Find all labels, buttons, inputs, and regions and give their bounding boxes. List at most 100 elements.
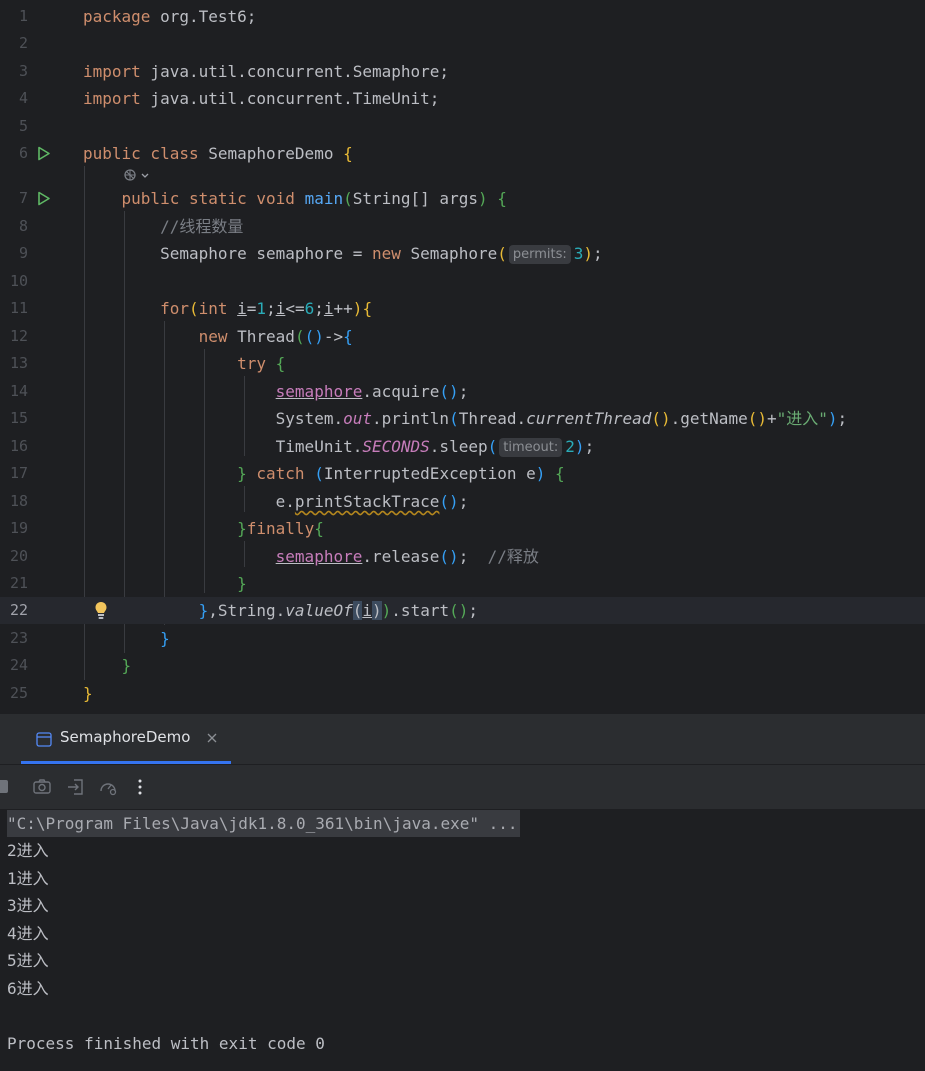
field: semaphore: [275, 382, 363, 401]
static-field: SECONDS: [362, 437, 430, 456]
code-line[interactable]: 11 for(int i=1;i<=6;i++){: [0, 295, 925, 322]
paren: (: [343, 189, 353, 208]
line-number: 21: [9, 574, 28, 592]
brace: {: [343, 144, 353, 163]
code-line[interactable]: 13 try {: [0, 350, 925, 377]
keyword: catch: [246, 464, 315, 483]
class-name: System.: [275, 409, 344, 428]
code-line[interactable]: 3 import java.util.concurrent.Semaphore;: [0, 58, 925, 85]
declaration: Semaphore semaphore =: [160, 244, 372, 263]
code-line[interactable]: 1 package org.Test6;: [0, 3, 925, 30]
code-line[interactable]: 8 //线程数量: [0, 213, 925, 240]
method-name: main: [304, 189, 344, 208]
console-line: 4进入: [7, 924, 49, 943]
brace: {: [362, 299, 373, 318]
keyword: try: [237, 354, 267, 373]
line-number: 3: [18, 62, 28, 80]
keyword: new: [371, 244, 401, 263]
code-line[interactable]: 21 }: [0, 570, 925, 597]
run-tool-window-tabs: SemaphoreDemo: [0, 714, 925, 765]
code-line[interactable]: 4 import java.util.concurrent.TimeUnit;: [0, 85, 925, 112]
semicolon: ;: [837, 409, 848, 428]
semicolon: ;: [593, 244, 603, 263]
code-line[interactable]: 20 semaphore.release(); //释放: [0, 543, 925, 570]
code-line[interactable]: 6 public class SemaphoreDemo {: [0, 140, 925, 167]
exit-message: Process finished with exit code 0: [7, 1034, 325, 1053]
console-command[interactable]: "C:\Program Files\Java\jdk1.8.0_361\bin\…: [7, 810, 520, 837]
method-call: .getName: [670, 409, 748, 428]
parameter-hint: permits:: [508, 245, 571, 264]
code-line[interactable]: 15 System.out.println(Thread.currentThre…: [0, 405, 925, 432]
code-line[interactable]: 19 }finally{: [0, 515, 925, 542]
paren: ): [827, 409, 838, 428]
tab-semaphore-demo[interactable]: SemaphoreDemo: [21, 714, 231, 764]
code-line[interactable]: 25 }: [0, 680, 925, 707]
line-number: 20: [9, 547, 28, 565]
code-vision-icon[interactable]: [123, 167, 153, 183]
code-line[interactable]: 14 semaphore.acquire();: [0, 378, 925, 405]
package-name: org.Test6;: [150, 7, 257, 26]
code-line[interactable]: 18 e.printStackTrace();: [0, 488, 925, 515]
method-call: printStackTrace: [294, 492, 440, 511]
code-line[interactable]: 2: [0, 30, 925, 57]
line-number: 17: [9, 464, 28, 482]
brace: {: [343, 327, 353, 346]
paren: ): [583, 244, 594, 263]
code-line[interactable]: 23 }: [0, 625, 925, 652]
code-editor[interactable]: 1 package org.Test6; 2 3 import java.uti…: [0, 0, 925, 714]
semicolon: ;: [458, 382, 469, 401]
paren: ): [372, 601, 382, 620]
run-icon[interactable]: [36, 146, 51, 161]
arrow: ->: [323, 327, 344, 346]
keyword: finally: [246, 519, 315, 538]
method-call: .release: [362, 547, 440, 566]
close-icon[interactable]: [206, 732, 218, 744]
comment: //释放: [487, 547, 539, 566]
line-number: 6: [18, 144, 28, 162]
class-name: TimeUnit.: [275, 437, 363, 456]
stop-icon[interactable]: [0, 780, 8, 793]
more-vertical-icon[interactable]: [130, 777, 150, 797]
method-call: .sleep: [429, 437, 488, 456]
code-line[interactable]: 7 public static void main(String[] args)…: [0, 185, 925, 212]
profiler-icon[interactable]: [98, 777, 118, 797]
line-number: 22: [9, 601, 28, 619]
line-number: 2: [18, 34, 28, 52]
code-line[interactable]: 9 Semaphore semaphore = new Semaphore(pe…: [0, 240, 925, 267]
code-line-current[interactable]: 22 },String.valueOf(i)).start();: [0, 597, 925, 624]
semicolon: ;: [458, 492, 469, 511]
brace: }: [237, 519, 247, 538]
line-number: 15: [9, 409, 28, 427]
semicolon: ;: [266, 299, 276, 318]
console-output[interactable]: "C:\Program Files\Java\jdk1.8.0_361\bin\…: [0, 809, 925, 1071]
keyword: import: [83, 62, 141, 81]
console-icon: [36, 732, 52, 747]
parens: (): [747, 409, 767, 428]
lambda-params: (): [304, 327, 324, 346]
line-number: 1: [18, 7, 28, 25]
camera-icon[interactable]: [32, 777, 52, 797]
code-line[interactable]: 16 TimeUnit.SECONDS.sleep(timeout: 2);: [0, 433, 925, 460]
code-line[interactable]: 12 new Thread(()->{: [0, 323, 925, 350]
keyword: public static void: [121, 189, 295, 208]
run-icon[interactable]: [36, 191, 51, 206]
variable: e.: [275, 492, 295, 511]
console-line: 6进入: [7, 979, 49, 998]
variable: i: [362, 601, 373, 620]
static-method: currentThread: [526, 409, 652, 428]
parameter-hint: timeout:: [499, 438, 563, 457]
console-line: 1进入: [7, 869, 49, 888]
code-line[interactable]: 17 } catch (InterruptedException e) {: [0, 460, 925, 487]
code-line[interactable]: 10: [0, 268, 925, 295]
login-icon[interactable]: [66, 777, 86, 797]
line-number: 10: [9, 272, 28, 290]
code-line[interactable]: 24 }: [0, 652, 925, 679]
parens: (): [651, 409, 671, 428]
parens: (): [439, 492, 459, 511]
variable: i: [275, 299, 286, 318]
code-line[interactable]: 5: [0, 113, 925, 140]
paren: (: [188, 299, 199, 318]
class-name: Thread: [227, 327, 295, 346]
semicolon: ;: [468, 601, 478, 620]
line-number: 11: [9, 299, 28, 317]
